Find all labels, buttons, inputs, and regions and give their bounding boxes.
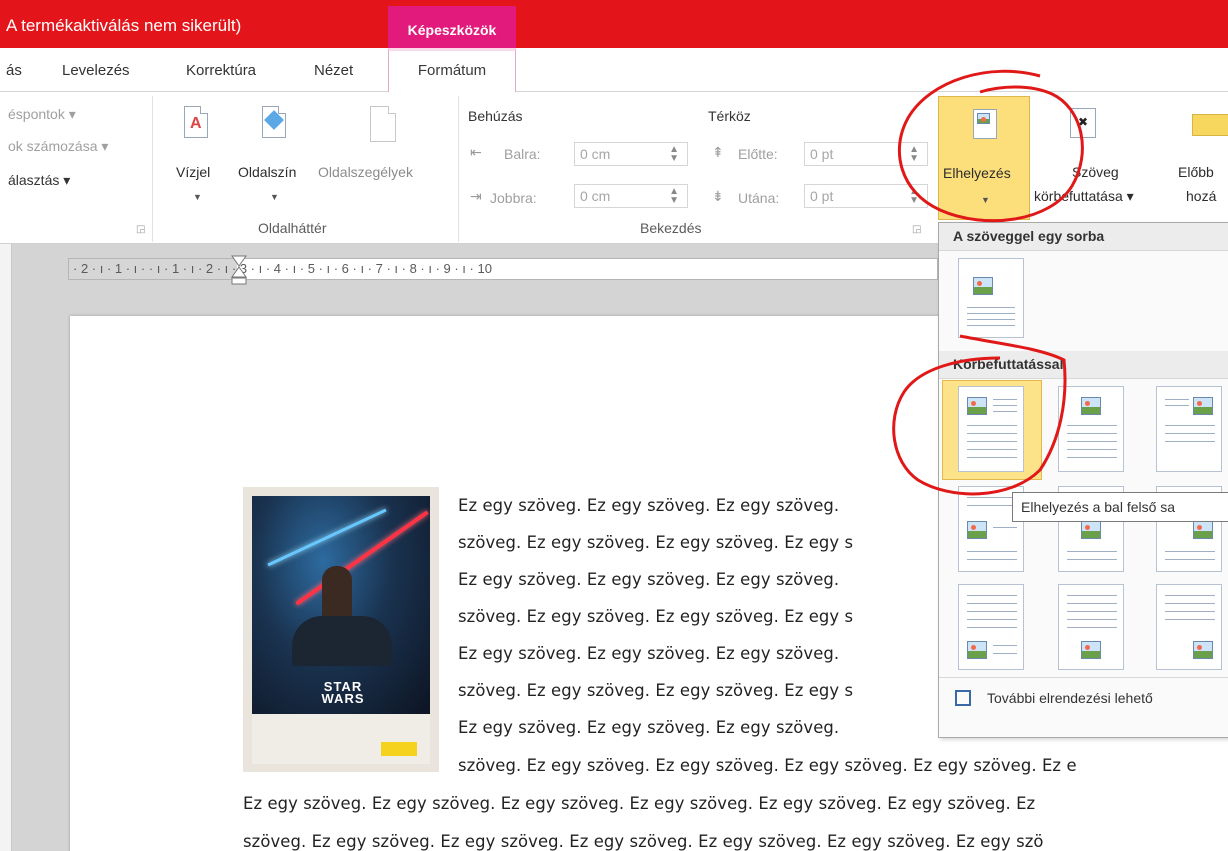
position-top-center-option[interactable] <box>1058 386 1124 472</box>
position-top-right-option[interactable] <box>1156 386 1222 472</box>
spacing-before-value: 0 pt <box>810 146 834 162</box>
wrap-text-label-1: Szöveg <box>1072 164 1119 180</box>
position-bottom-center-option[interactable] <box>1058 584 1124 670</box>
tab-partial[interactable]: ás <box>6 62 22 79</box>
poster-credits <box>252 714 430 764</box>
tab-view[interactable]: Nézet <box>314 62 353 79</box>
spinner-icon[interactable]: ▲ ▼ <box>909 145 919 164</box>
poster-logo: STAR WARS <box>311 680 375 706</box>
bullets-button[interactable]: éspontok ▾ <box>8 106 76 123</box>
bring-forward-label-2: hozá <box>1186 188 1217 204</box>
indent-right-label: Jobbra: <box>490 190 537 206</box>
watermark-label: Vízjel <box>176 164 211 180</box>
spacing-title: Térköz <box>708 108 751 124</box>
watermark-icon: A <box>184 106 208 138</box>
page-color-icon <box>262 106 286 138</box>
gallery-header-wrap: Körbefuttatással <box>939 351 1228 379</box>
page-borders-label: Oldalszegélyek <box>318 164 413 180</box>
word-window: { "titlebar": { "title": "A termékaktivá… <box>0 0 1228 851</box>
text-line: szöveg. Ez egy szöveg. Ez egy szöveg. Ez… <box>458 756 1077 775</box>
dialog-launcher-icon[interactable]: ◲ <box>136 224 145 235</box>
spinner-icon[interactable]: ▲ ▼ <box>669 187 679 206</box>
text-line: szöveg. Ez egy szöveg. Ez egy szöveg. Ez… <box>243 832 1044 851</box>
group-separator <box>152 96 153 242</box>
text-line: Ez egy szöveg. Ez egy szöveg. Ez egy szö… <box>458 496 840 515</box>
selection-button[interactable]: álasztás ▾ <box>8 172 70 189</box>
bring-forward-icon <box>1192 114 1228 136</box>
ribbon-tabs: ás Levelezés Korrektúra Nézet Formátum <box>0 48 1228 93</box>
group-separator <box>458 96 459 242</box>
numbering-button[interactable]: ok számozása ▾ <box>8 138 108 155</box>
text-line: Ez egy szöveg. Ez egy szöveg. Ez egy szö… <box>243 794 1036 813</box>
more-layout-options[interactable]: További elrendezési lehető <box>939 677 1228 717</box>
indent-right-value: 0 cm <box>580 188 611 204</box>
chevron-down-icon: ▼ <box>193 192 202 202</box>
chevron-down-icon: ▼ <box>270 192 279 202</box>
tab-review[interactable]: Korrektúra <box>186 62 256 79</box>
text-line: szöveg. Ez egy szöveg. Ez egy szöveg. Ez… <box>458 533 854 552</box>
tab-format[interactable]: Formátum <box>388 48 516 93</box>
bring-forward-label-1: Előbb <box>1178 164 1214 180</box>
more-layout-options-label: További elrendezési lehető <box>987 690 1153 706</box>
indent-left-value: 0 cm <box>580 146 611 162</box>
spacing-before-icon: ⇞ <box>712 144 724 160</box>
text-line: Ez egy szöveg. Ez egy szöveg. Ez egy szö… <box>458 718 840 737</box>
vertical-ruler <box>0 244 12 851</box>
group-label-paragraph: Bekezdés <box>640 220 702 236</box>
page-borders-icon <box>370 106 396 142</box>
tooltip: Elhelyezés a bal felső sa <box>1012 492 1228 522</box>
spacing-after-icon: ⇟ <box>712 188 724 204</box>
poster-badge <box>381 742 417 756</box>
indent-marker-icon[interactable] <box>231 255 247 285</box>
window-title: A termékaktiválás nem sikerült) <box>6 16 242 35</box>
title-bar: A termékaktiválás nem sikerült) <box>0 0 1228 48</box>
spacing-after-input[interactable]: 0 pt ▲ ▼ <box>804 184 928 208</box>
wrap-text-icon: ✖ <box>1070 108 1096 138</box>
indent-right-input[interactable]: 0 cm ▲ ▼ <box>574 184 688 208</box>
context-tab-label: Képeszközök <box>407 22 497 38</box>
movie-poster-image[interactable]: STAR WARS <box>243 487 439 772</box>
spacing-after-value: 0 pt <box>810 188 834 204</box>
tab-mailings[interactable]: Levelezés <box>62 62 130 79</box>
spacing-before-label: Előtte: <box>738 146 778 162</box>
text-line: Ez egy szöveg. Ez egy szöveg. Ez egy szö… <box>458 570 840 589</box>
position-bottom-right-option[interactable] <box>1156 584 1222 670</box>
ruler-ticks: · 2 · ı · 1 · ı · · ı · 1 · ı · 2 · ı · … <box>73 261 492 276</box>
dialog-launcher-icon[interactable]: ◲ <box>912 224 921 235</box>
context-tab-picture-tools: Képeszközök <box>388 6 516 48</box>
wrap-text-label-2: körbefuttatása ▾ <box>1034 188 1134 204</box>
text-line: Ez egy szöveg. Ez egy szöveg. Ez egy szö… <box>458 644 840 663</box>
position-bottom-left-option[interactable] <box>958 584 1024 670</box>
position-button[interactable]: Elhelyezés ▼ <box>938 96 1030 220</box>
spinner-icon[interactable]: ▲ ▼ <box>909 187 919 206</box>
position-top-left-option[interactable] <box>958 386 1024 472</box>
gallery-header-inline: A szöveggel egy sorba <box>939 223 1228 251</box>
chevron-down-icon: ▼ <box>981 195 990 205</box>
spinner-icon[interactable]: ▲ ▼ <box>669 145 679 164</box>
position-icon <box>973 109 997 139</box>
indent-title: Behúzás <box>468 108 523 124</box>
text-line: szöveg. Ez egy szöveg. Ez egy szöveg. Ez… <box>458 681 854 700</box>
layout-options-icon <box>955 690 971 706</box>
spacing-after-label: Utána: <box>738 190 780 206</box>
indent-left-icon: ⇤ <box>470 144 482 160</box>
position-label: Elhelyezés <box>943 165 1011 181</box>
spacing-before-input[interactable]: 0 pt ▲ ▼ <box>804 142 928 166</box>
indent-left-input[interactable]: 0 cm ▲ ▼ <box>574 142 688 166</box>
position-inline-option[interactable] <box>958 258 1024 338</box>
indent-left-label: Balra: <box>504 146 541 162</box>
poster-logo-line-2: WARS <box>321 691 365 706</box>
page-color-label: Oldalszín <box>238 164 297 180</box>
group-label-page-background: Oldalháttér <box>258 220 327 236</box>
horizontal-ruler[interactable]: · 2 · ı · 1 · ı · · ı · 1 · ı · 2 · ı · … <box>68 255 938 285</box>
indent-right-icon: ⇥ <box>470 188 482 204</box>
text-line: szöveg. Ez egy szöveg. Ez egy szöveg. Ez… <box>458 607 854 626</box>
